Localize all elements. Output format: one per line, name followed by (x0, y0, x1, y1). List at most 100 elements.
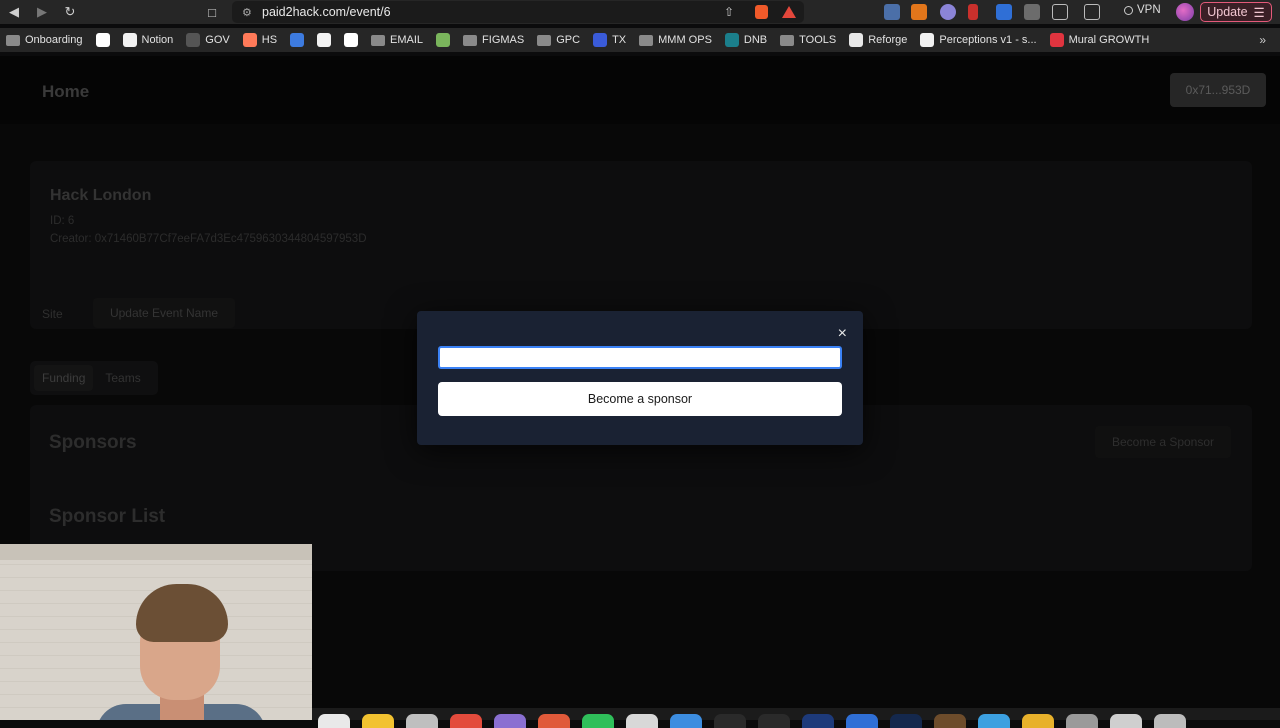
dock-app-icon[interactable] (538, 714, 570, 728)
folder-icon (463, 34, 478, 46)
bookmark-label: TX (612, 34, 627, 46)
become-sponsor-button[interactable]: Become a Sponsor (1095, 426, 1231, 458)
vpn-status-icon (1124, 5, 1133, 15)
address-bar[interactable]: ⚙ paid2hack.com/event/6 ⇧ (232, 1, 804, 23)
bookmark-item[interactable]: GPC (531, 28, 587, 52)
profile-avatar[interactable] (1176, 3, 1194, 21)
dock-app-icon[interactable] (582, 714, 614, 728)
wallet-icon[interactable] (1084, 4, 1100, 20)
bookmark-item[interactable] (338, 28, 365, 52)
tab-funding[interactable]: Funding (34, 365, 94, 391)
dock-app-icon[interactable] (318, 714, 350, 728)
hubspot-icon (242, 33, 257, 47)
bookmark-item[interactable] (311, 28, 338, 52)
reforge-icon (849, 33, 864, 47)
tab-teams[interactable]: Teams (97, 365, 148, 391)
dock-app-icon[interactable] (1066, 714, 1098, 728)
back-icon[interactable]: ◀ (0, 0, 28, 24)
bookmark-item[interactable]: Notion (117, 28, 181, 52)
bookmark-item[interactable] (430, 28, 457, 52)
os-dock (312, 708, 1280, 728)
gov-icon (186, 33, 201, 47)
vpn-label: VPN (1137, 4, 1161, 16)
bookmark-label: EMAIL (390, 34, 424, 46)
bookmark-item[interactable]: Perceptions v1 - s... (914, 28, 1043, 52)
sponsor-modal: × Become a sponsor (417, 311, 863, 445)
app-header: Home 0x71...953D (0, 56, 1280, 124)
sidebar-icon[interactable] (1052, 4, 1068, 20)
forward-icon[interactable]: ▶ (28, 0, 56, 24)
folder-icon (6, 34, 20, 46)
bookmark-label: Mural GROWTH (1068, 34, 1150, 46)
bookmark-item[interactable]: FIGMAS (457, 28, 531, 52)
dock-app-icon[interactable] (406, 714, 438, 728)
bookmark-item[interactable]: MMM OPS (633, 28, 719, 52)
close-icon[interactable]: × (838, 326, 847, 342)
submit-sponsor-button[interactable]: Become a sponsor (438, 382, 842, 416)
reload-icon[interactable]: ↻ (56, 0, 84, 24)
tab-list: Funding Teams (30, 361, 158, 395)
notion-icon (317, 33, 332, 47)
brave-rewards-icon[interactable] (782, 6, 796, 18)
browser-update-button[interactable]: Update ☰ (1200, 2, 1272, 22)
event-id: ID: 6 (50, 215, 75, 227)
wallet-button[interactable]: 0x71...953D (1170, 73, 1266, 107)
browser-toolbar: ◀ ▶ ↻ □ ⚙ paid2hack.com/event/6 ⇧ VPN Up… (0, 0, 1280, 24)
dock-app-icon[interactable] (1022, 714, 1054, 728)
tx-icon (593, 33, 608, 47)
dock-app-icon[interactable] (890, 714, 922, 728)
dock-app-icon[interactable] (714, 714, 746, 728)
tesla-icon[interactable] (968, 4, 978, 20)
update-event-name-button[interactable]: Update Event Name (93, 298, 235, 328)
vpn-button[interactable]: VPN (1124, 4, 1161, 16)
bookmark-label: MMM OPS (658, 34, 712, 46)
extensions-puzzle-icon[interactable] (1024, 4, 1040, 20)
extension-icon[interactable] (940, 4, 956, 20)
bookmark-icon[interactable]: □ (198, 0, 226, 24)
bookmark-item[interactable]: EMAIL (365, 28, 430, 52)
bookmark-label: DNB (743, 34, 768, 46)
dock-app-icon[interactable] (670, 714, 702, 728)
event-title: Hack London (50, 187, 152, 204)
dock-app-icon[interactable] (978, 714, 1010, 728)
bookmark-item[interactable]: TX (587, 28, 633, 52)
extension-dots-icon[interactable] (884, 4, 900, 20)
metamask-icon[interactable] (911, 4, 927, 20)
dock-app-icon[interactable] (1110, 714, 1142, 728)
folder-icon (537, 34, 552, 46)
bookmarks-overflow-icon[interactable]: » (1259, 28, 1266, 52)
tag-icon[interactable] (996, 4, 1012, 20)
bookmark-label: HS (261, 34, 278, 46)
bookmark-item[interactable]: Mural GROWTH (1044, 28, 1157, 52)
bookmark-label: Reforge (868, 34, 908, 46)
brave-shields-icon[interactable] (755, 5, 768, 19)
dock-app-icon[interactable] (758, 714, 790, 728)
dock-app-icon[interactable] (934, 714, 966, 728)
bookmarks-bar: Onboarding Notion GOV HS EMAIL FIGMAS GPC TX MMM… (0, 28, 1280, 52)
sponsor-amount-input[interactable] (438, 346, 842, 369)
bookmark-item[interactable]: TOOLS (774, 28, 843, 52)
bookmark-item[interactable]: Reforge (843, 28, 914, 52)
site-link[interactable]: Site (42, 307, 63, 321)
bookmark-item[interactable]: DNB (719, 28, 774, 52)
folder-icon (371, 34, 386, 46)
site-settings-icon[interactable]: ⚙ (242, 6, 258, 19)
dock-app-icon[interactable] (362, 714, 394, 728)
bookmark-label: TOOLS (799, 34, 837, 46)
bookmark-item[interactable]: Onboarding (0, 28, 90, 52)
mural-icon (1049, 33, 1064, 47)
dock-app-icon[interactable] (450, 714, 482, 728)
bookmark-label: GOV (205, 34, 230, 46)
bookmark-item[interactable] (284, 28, 311, 52)
bookmark-item[interactable]: GOV (180, 28, 236, 52)
dock-app-icon[interactable] (846, 714, 878, 728)
home-link[interactable]: Home (42, 82, 89, 102)
dock-app-icon[interactable] (1154, 714, 1186, 728)
dock-app-icon[interactable] (494, 714, 526, 728)
dock-app-icon[interactable] (802, 714, 834, 728)
bookmark-item[interactable]: HS (237, 28, 284, 52)
share-icon[interactable]: ⇧ (724, 5, 734, 19)
folder-icon (639, 34, 654, 46)
dock-app-icon[interactable] (626, 714, 658, 728)
bookmark-item[interactable] (90, 28, 117, 52)
